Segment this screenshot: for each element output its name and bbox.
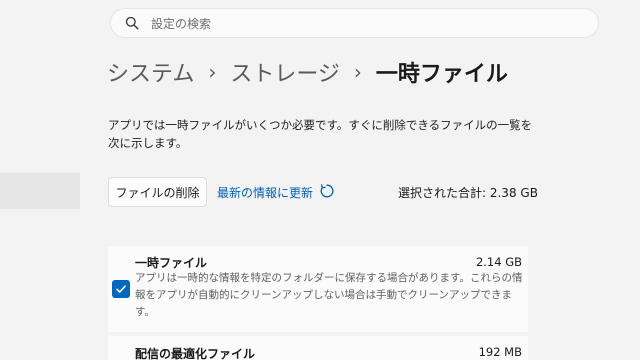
list-item-delivery-optimization[interactable]: 配信の最適化ファイル 192 MB xyxy=(108,336,528,360)
search-box[interactable]: 設定の検索 xyxy=(110,8,599,38)
settings-window: 設定の検索 システム › ストレージ › 一時ファイル アプリでは一時ファイルが… xyxy=(0,0,640,360)
page-title: 一時ファイル xyxy=(375,62,508,87)
temp-files-checkbox[interactable] xyxy=(112,280,130,298)
selected-total: 選択された合計: 2.38 GB xyxy=(398,186,538,200)
item-size: 192 MB xyxy=(478,345,522,359)
item-description: アプリは一時的な情報を特定のフォルダーに保存する場合があります。これらの情報をア… xyxy=(135,272,523,318)
breadcrumb-storage[interactable]: ストレージ xyxy=(230,56,340,88)
item-size: 2.14 GB xyxy=(475,255,522,269)
page-description: アプリでは一時ファイルがいくつか必要です。すぐに削除できるファイルの一覧を次に示… xyxy=(108,118,533,150)
chevron-right-icon: › xyxy=(353,60,362,84)
item-title: 配信の最適化ファイル xyxy=(135,347,256,360)
nav-selected-item[interactable] xyxy=(0,173,80,209)
breadcrumb: システム › ストレージ › 一時ファイル xyxy=(107,56,508,88)
refresh-label: 最新の情報に更新 xyxy=(217,185,314,200)
chevron-right-icon: › xyxy=(208,60,217,84)
refresh-icon xyxy=(319,183,335,202)
refresh-link[interactable]: 最新の情報に更新 xyxy=(217,180,335,204)
delete-files-button[interactable]: ファイルの削除 xyxy=(108,177,207,207)
item-title: 一時ファイル xyxy=(135,256,208,270)
search-icon xyxy=(125,16,139,30)
checkmark-icon xyxy=(116,285,126,293)
list-item-temp-files[interactable]: 一時ファイル 2.14 GB アプリは一時的な情報を特定のフォルダーに保存する場… xyxy=(108,246,528,332)
search-input[interactable]: 設定の検索 xyxy=(151,15,211,32)
breadcrumb-system[interactable]: システム xyxy=(107,56,194,88)
